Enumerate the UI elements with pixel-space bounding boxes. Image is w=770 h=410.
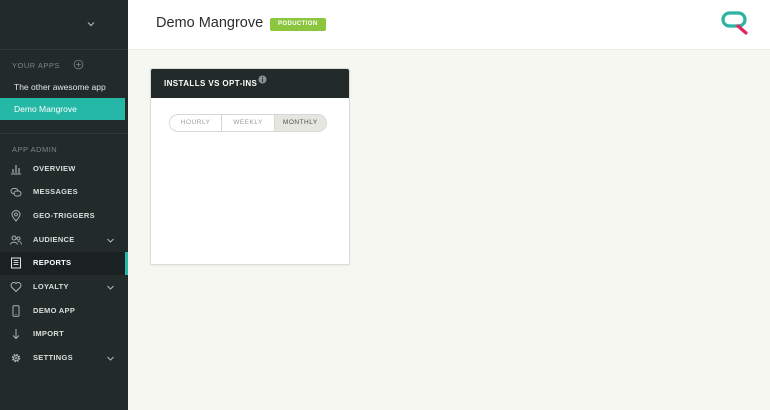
phone-icon (12, 305, 20, 317)
nav-label: MESSAGES (33, 187, 78, 196)
nav-item-loyalty[interactable]: LOYALTY (0, 276, 128, 299)
apps-section-header: YOUR APPS (12, 59, 88, 72)
gear-icon (11, 353, 21, 363)
nav-label: REPORTS (33, 258, 72, 267)
chevron-down-icon[interactable] (106, 355, 115, 362)
info-icon[interactable] (258, 75, 267, 84)
admin-section-label: APP ADMIN (12, 145, 58, 154)
page-header: Demo Mangrove PODUCTION (128, 0, 770, 50)
nav-label: IMPORT (33, 329, 64, 338)
nav-item-import[interactable]: IMPORT (0, 323, 128, 346)
apps-section-label: YOUR APPS (12, 61, 60, 70)
sidebar-divider (0, 133, 128, 134)
nav-label: AUDIENCE (33, 235, 75, 244)
period-monthly-button[interactable]: MONTHLY (274, 115, 326, 131)
nav-item-messages[interactable]: MESSAGES (0, 181, 128, 204)
card-title: INSTALLS VS OPT-INS (164, 79, 258, 88)
page-title: Demo Mangrove (156, 15, 264, 31)
report-icon (11, 257, 21, 269)
location-pin-icon (11, 210, 21, 222)
installs-vs-optins-card: INSTALLS VS OPT-INS HOURLY WEEKLY MONTHL… (150, 68, 350, 265)
nav-item-settings[interactable]: SETTINGS (0, 347, 128, 370)
nav-item-demo-app[interactable]: DEMO APP (0, 300, 128, 323)
nav-label: GEO-TRIGGERS (33, 211, 95, 220)
audience-icon (10, 235, 22, 245)
nav-label: SETTINGS (33, 353, 73, 362)
environment-badge: PODUCTION (270, 18, 326, 31)
nav-label: OVERVIEW (33, 164, 76, 173)
nav-label: LOYALTY (33, 282, 69, 291)
active-indicator (125, 252, 128, 275)
period-weekly-button[interactable]: WEEKLY (222, 115, 275, 131)
app-item-demo-mangrove[interactable]: Demo Mangrove (0, 98, 125, 120)
app-item-the-other-awesome-app[interactable]: The other awesome app (0, 76, 128, 98)
nav-item-overview[interactable]: OVERVIEW (0, 158, 128, 181)
chevron-down-icon[interactable] (106, 284, 115, 291)
nav-item-audience[interactable]: AUDIENCE (0, 229, 128, 252)
sidebar: YOUR APPS The other awesome app Demo Man… (0, 0, 128, 410)
heart-icon (10, 282, 22, 293)
brand-logo-icon[interactable] (721, 10, 751, 36)
nav-item-reports[interactable]: REPORTS (0, 252, 128, 275)
nav-label: DEMO APP (33, 306, 76, 315)
nav-item-geo-triggers[interactable]: GEO-TRIGGERS (0, 205, 128, 228)
sidebar-top (0, 0, 128, 50)
add-app-icon[interactable] (73, 59, 84, 70)
period-toggle: HOURLY WEEKLY MONTHLY (169, 114, 327, 132)
period-hourly-button[interactable]: HOURLY (170, 115, 223, 131)
import-arrow-icon (12, 329, 20, 340)
bar-chart-icon (11, 165, 21, 175)
chevron-down-icon[interactable] (86, 19, 96, 29)
card-header: INSTALLS VS OPT-INS (151, 69, 349, 98)
chevron-down-icon[interactable] (106, 237, 115, 244)
messages-icon (10, 188, 22, 197)
